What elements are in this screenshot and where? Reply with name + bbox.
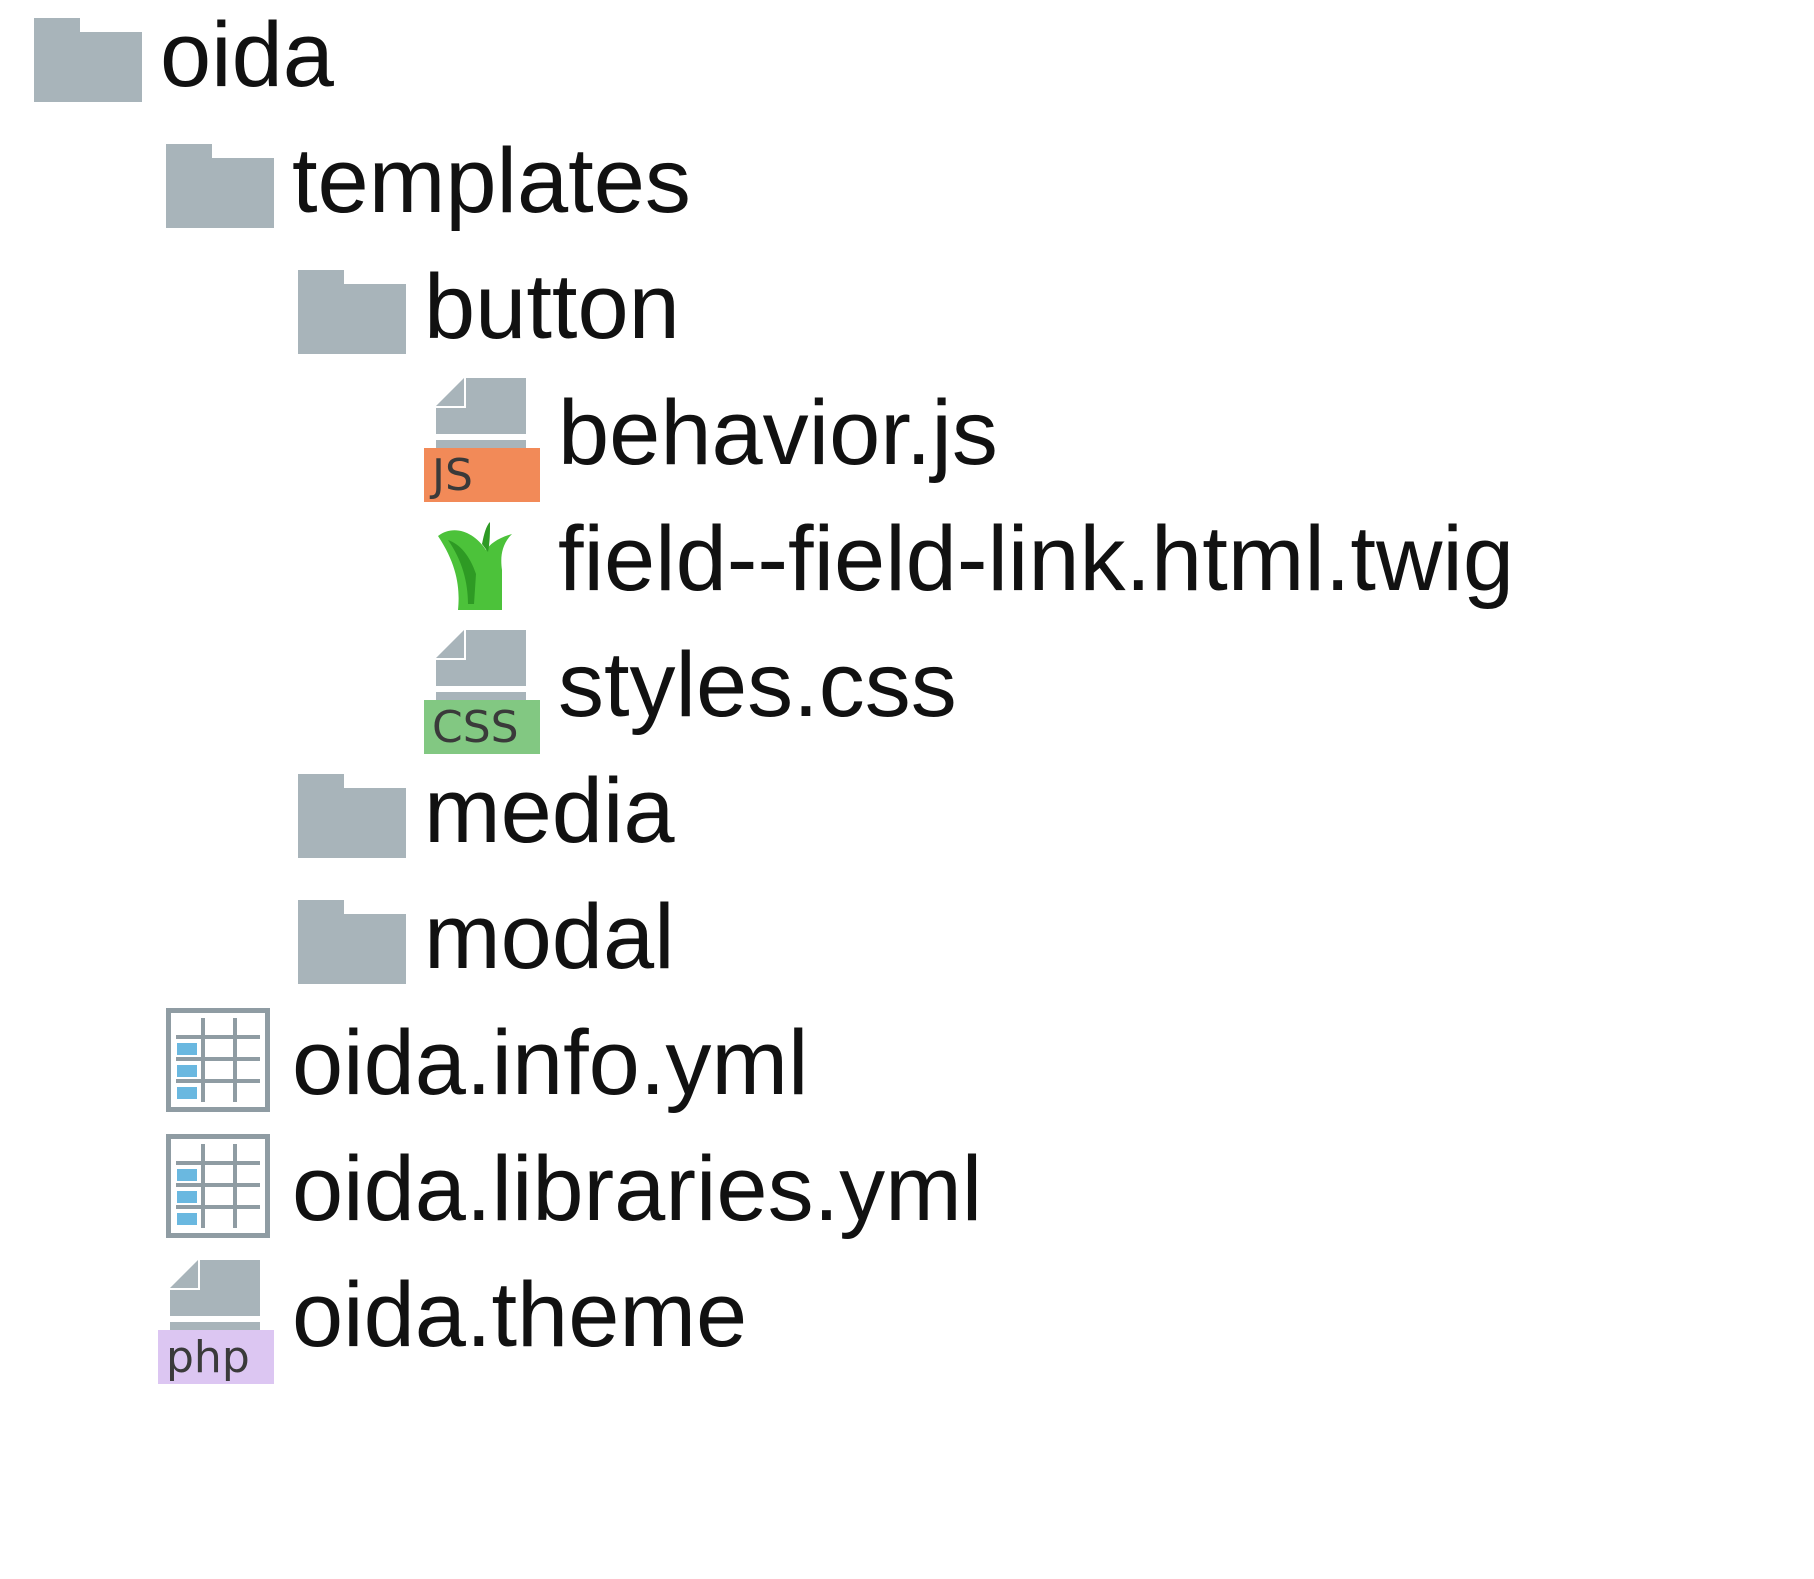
tree-item-oida-info-yml[interactable]: oida.info.yml: [158, 990, 808, 1136]
folder-icon: [26, 0, 144, 110]
twig-file-icon: [424, 504, 542, 614]
folder-icon: [290, 252, 408, 362]
php-badge: php: [158, 1330, 274, 1384]
yml-file-icon: [158, 1008, 276, 1118]
folder-icon: [290, 756, 408, 866]
tree-item-label: oida.info.yml: [292, 1012, 809, 1114]
tree-item-label: styles.css: [558, 634, 957, 736]
project-file-tree: oida templates button JS behavior.js fie…: [0, 0, 1814, 1579]
tree-item-behavior-js[interactable]: JS behavior.js: [424, 360, 998, 506]
tree-item-label: field--field-link.html.twig: [558, 508, 1515, 610]
tree-item-label: oida.libraries.yml: [292, 1138, 983, 1240]
php-file-icon: php: [158, 1260, 276, 1384]
tree-item-label: modal: [424, 886, 675, 988]
tree-item-styles-css[interactable]: CSS styles.css: [424, 612, 957, 758]
tree-item-media[interactable]: media: [290, 738, 675, 884]
tree-item-label: button: [424, 256, 680, 358]
tree-item-button[interactable]: button: [290, 234, 680, 380]
css-file-icon: CSS: [424, 630, 542, 754]
yml-file-icon: [158, 1134, 276, 1244]
tree-item-templates[interactable]: templates: [158, 108, 691, 254]
tree-item-label: templates: [292, 130, 691, 232]
tree-item-oida-libraries-yml[interactable]: oida.libraries.yml: [158, 1116, 982, 1262]
tree-item-modal[interactable]: modal: [290, 864, 675, 1010]
tree-item-oida-theme[interactable]: php oida.theme: [158, 1242, 747, 1388]
folder-icon: [158, 126, 276, 236]
tree-item-label: behavior.js: [558, 382, 998, 484]
folder-icon: [290, 882, 408, 992]
js-file-icon: JS: [424, 378, 542, 502]
tree-item-label: oida.theme: [292, 1264, 748, 1366]
tree-item-twig-template[interactable]: field--field-link.html.twig: [424, 486, 1514, 632]
tree-item-label: media: [424, 760, 675, 862]
